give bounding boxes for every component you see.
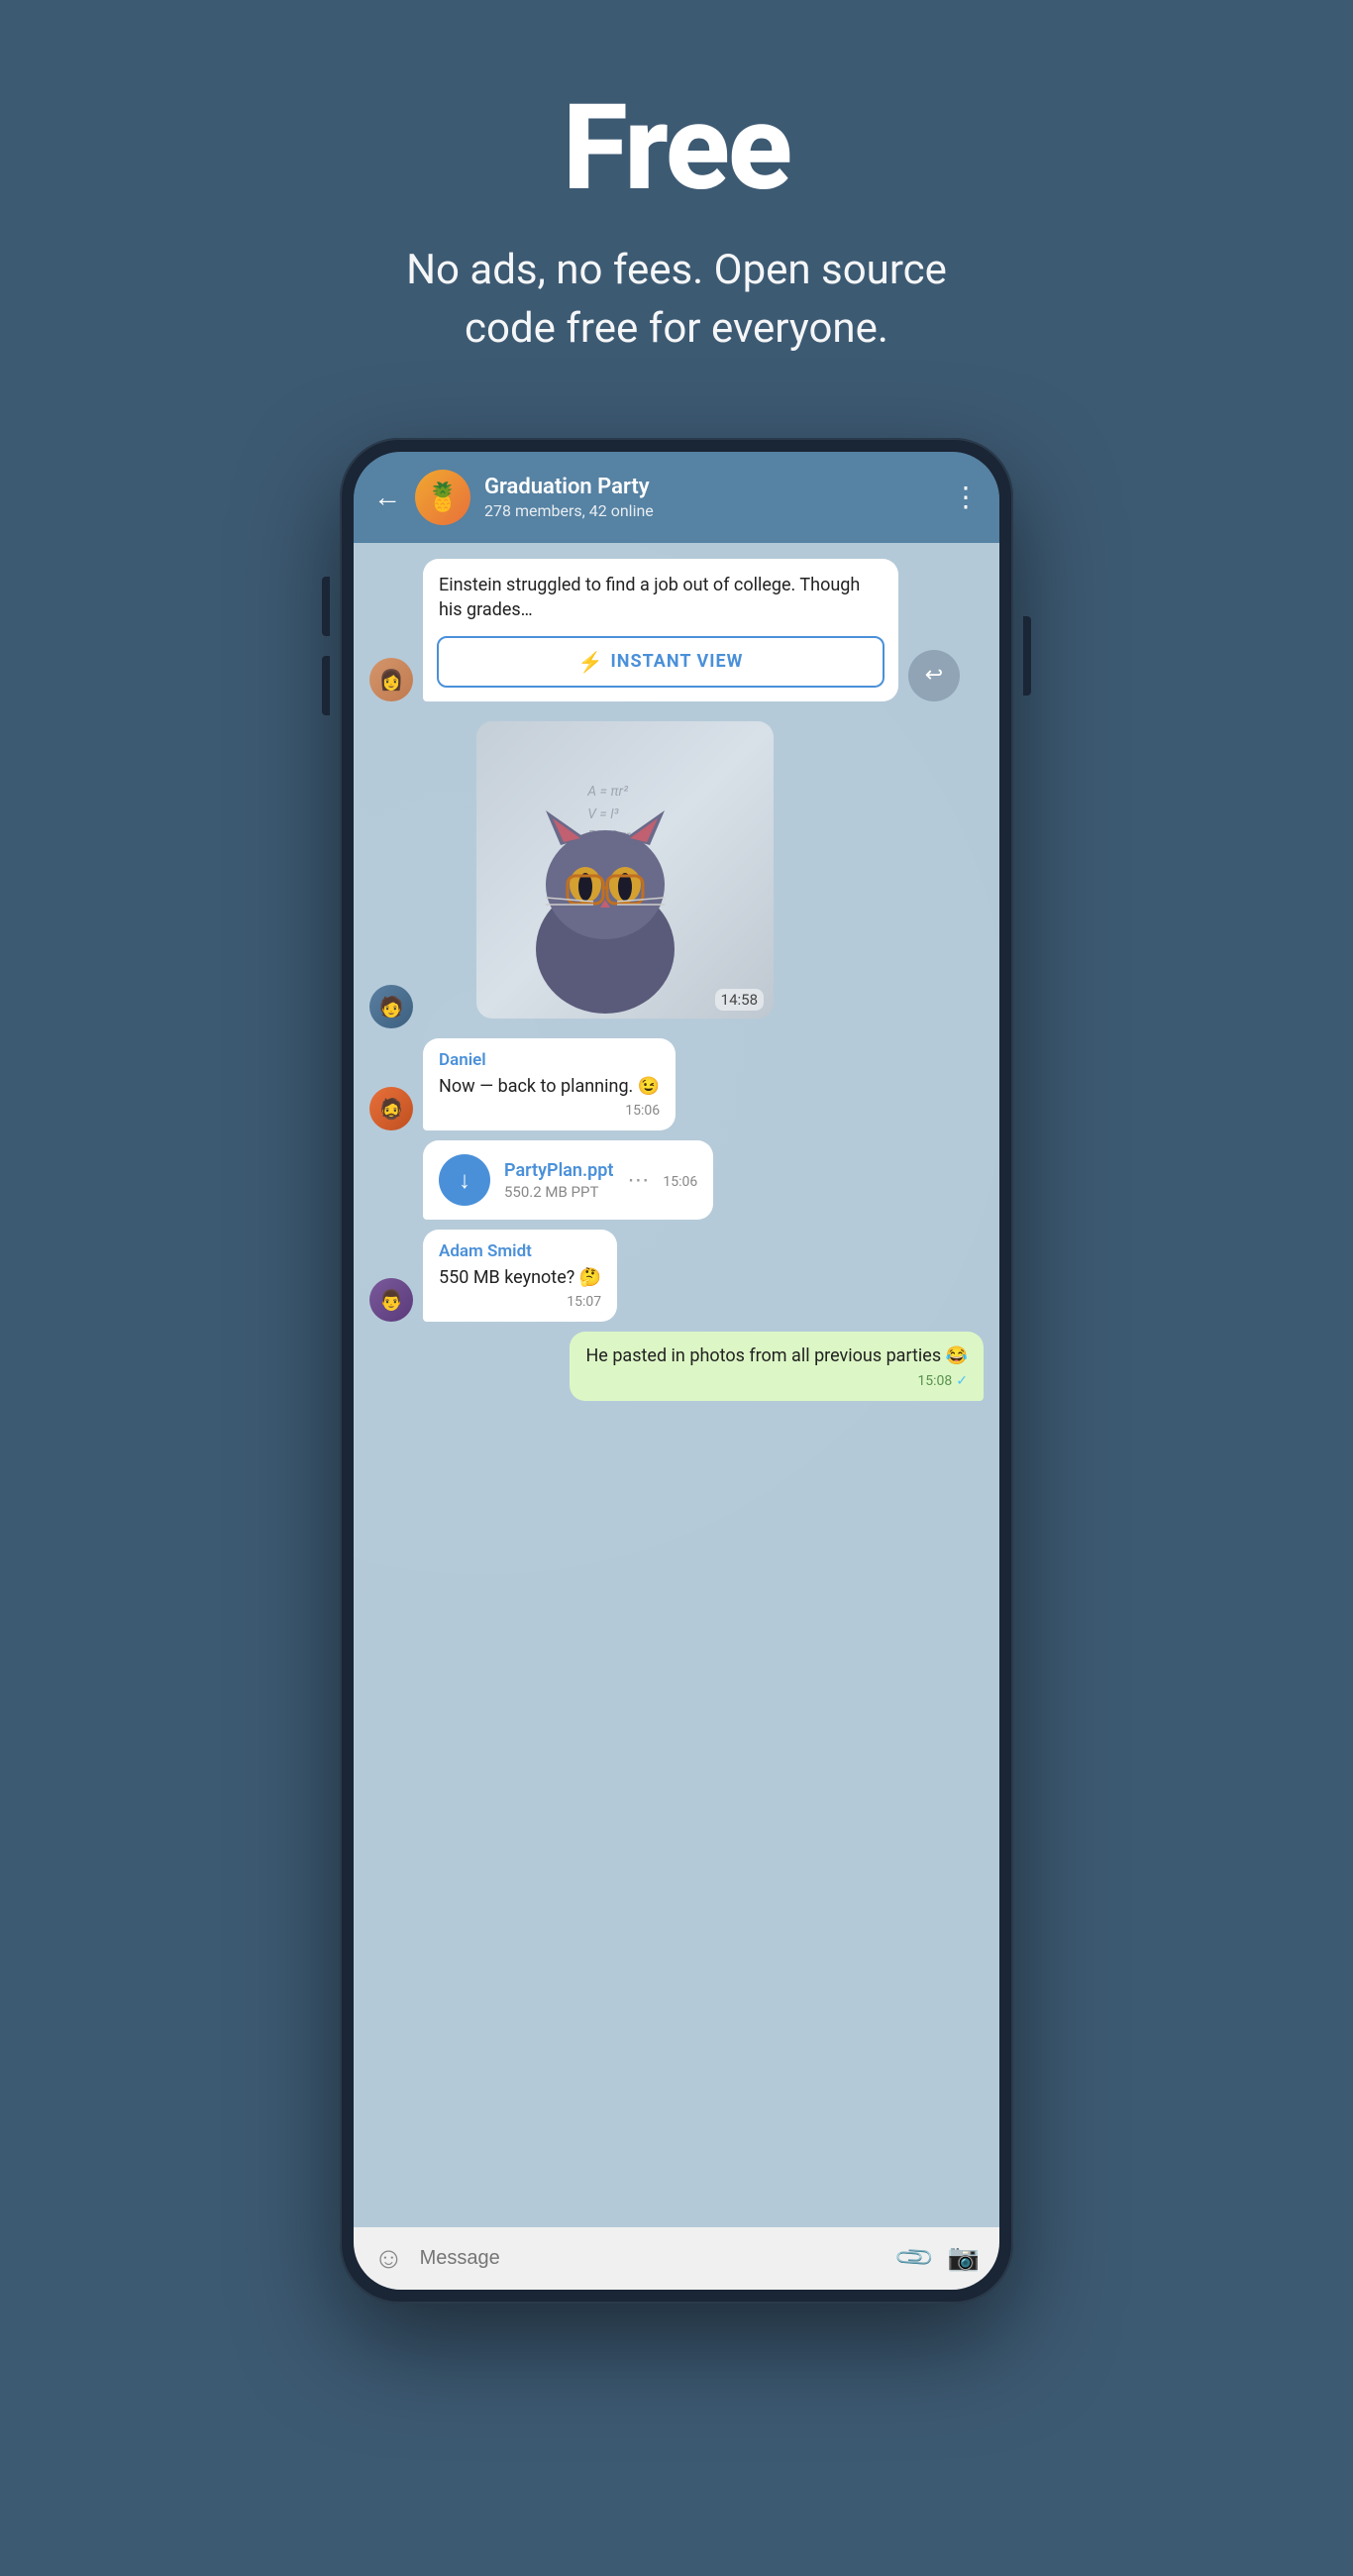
article-bubble: Einstein struggled to find a job out of …: [423, 559, 898, 701]
message-text: 550 MB keynote? 🤔: [439, 1265, 601, 1290]
instant-view-button[interactable]: ⚡ INSTANT VIEW: [437, 636, 885, 688]
table-row: ↓ PartyPlan.ppt 550.2 MB PPT ⋯ 15:06: [369, 1140, 984, 1220]
message-input[interactable]: [420, 2247, 885, 2270]
message-text: He pasted in photos from all previous pa…: [585, 1343, 968, 1368]
list-item: Adam Smidt 550 MB keynote? 🤔 15:07: [423, 1230, 617, 1322]
back-button[interactable]: ←: [373, 481, 401, 513]
volume-down-button: [322, 656, 330, 715]
table-row: 👨 Adam Smidt 550 MB keynote? 🤔 15:07: [369, 1230, 984, 1322]
message-timestamp: 15:06: [439, 1103, 660, 1119]
emoji-button[interactable]: ☺: [373, 2241, 404, 2276]
phone-mockup: ← 🍍 Graduation Party 278 members, 42 onl…: [340, 438, 1013, 2304]
header-menu-button[interactable]: ⋮: [952, 481, 980, 513]
file-name: PartyPlan.ppt: [504, 1160, 613, 1181]
file-more-options[interactable]: ⋯: [627, 1168, 649, 1193]
file-timestamp: 15:06: [663, 1174, 697, 1190]
hero-subtitle: No ads, no fees. Open sourcecode free fo…: [406, 242, 947, 359]
message-sender: Adam Smidt: [439, 1241, 601, 1261]
article-text: Einstein struggled to find a job out of …: [423, 559, 898, 636]
file-message: ↓ PartyPlan.ppt 550.2 MB PPT ⋯ 15:06: [423, 1140, 713, 1220]
message-text: Now — back to planning. 😉: [439, 1074, 660, 1099]
group-avatar: 🍍: [415, 470, 470, 525]
message-timestamp: 15:07: [439, 1294, 601, 1310]
phone-screen: ← 🍍 Graduation Party 278 members, 42 onl…: [354, 452, 999, 2290]
message-sender: Daniel: [439, 1050, 660, 1070]
table-row: 👩 Einstein struggled to find a job out o…: [369, 559, 984, 701]
phone-outer-frame: ← 🍍 Graduation Party 278 members, 42 onl…: [340, 438, 1013, 2304]
attach-button[interactable]: 📎: [893, 2236, 937, 2280]
own-message: He pasted in photos from all previous pa…: [570, 1332, 984, 1400]
volume-up-button: [322, 577, 330, 636]
instant-view-label: INSTANT VIEW: [611, 651, 744, 672]
avatar: 🧑: [369, 985, 413, 1028]
list-item: Einstein struggled to find a job out of …: [423, 559, 898, 701]
lightning-icon: ⚡: [578, 650, 603, 674]
file-meta: 550.2 MB PPT: [504, 1183, 613, 1201]
avatar: 👨: [369, 1278, 413, 1322]
sticker-timestamp: 14:58: [715, 989, 764, 1011]
table-row: 🧔 Daniel Now — back to planning. 😉 15:06: [369, 1038, 984, 1130]
power-button: [1023, 616, 1031, 696]
share-button[interactable]: ↩: [908, 650, 960, 701]
camera-button[interactable]: 📷: [948, 2243, 980, 2273]
sticker-background: A = πr²V = l³P = 2πrA = πr³s = √(r² + h²…: [476, 721, 774, 1019]
table-row: 🧑 A = πr²V = l³P = 2πrA = πr³s = √(r² + …: [369, 711, 984, 1028]
chat-messages-area: 👩 Einstein struggled to find a job out o…: [354, 543, 999, 2227]
download-button[interactable]: ↓: [439, 1154, 490, 1206]
chat-header: ← 🍍 Graduation Party 278 members, 42 onl…: [354, 452, 999, 543]
read-checkmark: ✓: [956, 1373, 968, 1389]
own-message-timestamp: 15:08 ✓: [585, 1373, 968, 1389]
message-input-bar: ☺ 📎 📷: [354, 2227, 999, 2290]
hero-section: Free No ads, no fees. Open sourcecode fr…: [366, 0, 987, 398]
avatar: 👩: [369, 658, 413, 701]
cat-sticker-svg: [506, 781, 704, 1019]
sticker-message: A = πr²V = l³P = 2πrA = πr³s = √(r² + h²…: [476, 721, 774, 1019]
hero-title: Free: [406, 79, 947, 218]
group-name: Graduation Party: [484, 475, 938, 499]
file-info: PartyPlan.ppt 550.2 MB PPT: [504, 1160, 613, 1201]
avatar: 🧔: [369, 1087, 413, 1130]
table-row: He pasted in photos from all previous pa…: [369, 1332, 984, 1400]
group-info: Graduation Party 278 members, 42 online: [484, 475, 938, 520]
list-item: Daniel Now — back to planning. 😉 15:06: [423, 1038, 676, 1130]
group-members: 278 members, 42 online: [484, 501, 938, 520]
